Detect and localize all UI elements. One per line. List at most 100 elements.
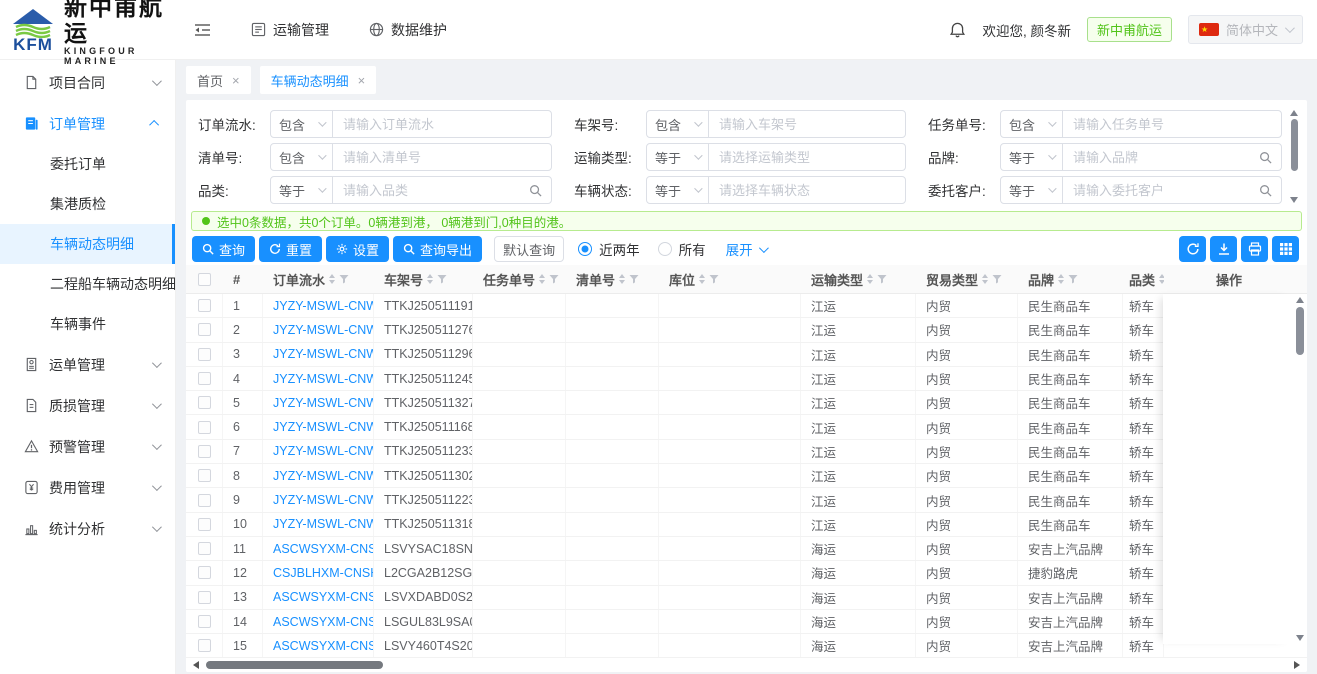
sidebar-item-statistics-analysis[interactable]: 统计分析 xyxy=(0,508,175,549)
order-serial-link[interactable]: JYZY-MSWL-CNWHN-... xyxy=(273,420,374,434)
search-icon[interactable] xyxy=(1259,184,1272,197)
close-icon[interactable]: × xyxy=(232,73,240,88)
operator-select[interactable]: 包含 xyxy=(271,144,333,170)
category-input[interactable] xyxy=(333,183,529,198)
row-checkbox[interactable] xyxy=(198,445,211,458)
table-row[interactable]: 12 CSJBLHXM-CNSHS-C... L2CGA2B12SG62... … xyxy=(186,561,1307,585)
default-query-button[interactable]: 默认查询 xyxy=(494,236,564,262)
scrollbar-thumb[interactable] xyxy=(206,661,383,669)
select-all-checkbox[interactable] xyxy=(198,273,211,286)
sort-icon[interactable] xyxy=(867,274,873,284)
operator-select[interactable]: 等于 xyxy=(647,177,709,203)
nav-data-maintenance[interactable]: 数据维护 xyxy=(369,20,447,40)
sort-icon[interactable] xyxy=(329,274,335,284)
expand-link[interactable]: 展开 xyxy=(726,239,766,259)
row-checkbox[interactable] xyxy=(198,615,211,628)
vehicle-status-input[interactable] xyxy=(709,183,905,198)
row-checkbox[interactable] xyxy=(198,494,211,507)
col-list-no[interactable]: 清单号 xyxy=(566,265,659,293)
frame-no-input[interactable] xyxy=(709,117,905,132)
scroll-up-arrow[interactable] xyxy=(1296,297,1304,303)
row-checkbox[interactable] xyxy=(198,639,211,652)
row-checkbox[interactable] xyxy=(198,518,211,531)
order-serial-link[interactable]: JYZY-MSWL-CNWHN-... xyxy=(273,323,374,337)
order-serial-link[interactable]: JYZY-MSWL-CNWHN-... xyxy=(273,347,374,361)
task-no-input[interactable] xyxy=(1063,117,1281,132)
order-serial-link[interactable]: JYZY-MSWL-CNWHN-... xyxy=(273,469,374,483)
scroll-down-arrow[interactable] xyxy=(1296,635,1304,641)
filter-icon[interactable] xyxy=(339,274,349,284)
order-serial-link[interactable]: JYZY-MSWL-CNWHN-... xyxy=(273,396,374,410)
order-serial-link[interactable]: JYZY-MSWL-CNWHN-... xyxy=(273,444,374,458)
row-checkbox[interactable] xyxy=(198,372,211,385)
row-checkbox[interactable] xyxy=(198,542,211,555)
search-icon[interactable] xyxy=(529,184,542,197)
sidebar-item-waybill-management[interactable]: 运单管理 xyxy=(0,344,175,385)
order-serial-link[interactable]: JYZY-MSWL-CNWHN-... xyxy=(273,372,374,386)
order-serial-link[interactable]: JYZY-MSWL-CNWHN-... xyxy=(273,493,374,507)
table-row[interactable]: 10 JYZY-MSWL-CNWHN-... TTKJ250511318... … xyxy=(186,513,1307,537)
col-category[interactable]: 品类 xyxy=(1123,265,1164,293)
scroll-up-arrow[interactable] xyxy=(1290,110,1298,116)
sidebar-subitem-port-quality-check[interactable]: 集港质检 xyxy=(0,184,175,224)
sidebar-item-quality-damage-management[interactable]: 质损管理 xyxy=(0,385,175,426)
order-serial-link[interactable]: JYZY-MSWL-CNWHN-... xyxy=(273,299,374,313)
sidebar-item-order-management[interactable]: 订单管理 xyxy=(0,103,175,144)
row-checkbox[interactable] xyxy=(198,421,211,434)
table-row[interactable]: 4 JYZY-MSWL-CNWHN-... TTKJ250511245... 江… xyxy=(186,367,1307,391)
brand-input[interactable] xyxy=(1063,150,1259,165)
sidebar-item-expense-management[interactable]: 费用管理 xyxy=(0,467,175,508)
row-checkbox[interactable] xyxy=(198,323,211,336)
col-task-no[interactable]: 任务单号 xyxy=(473,265,566,293)
tab-vehicle-dynamics-detail[interactable]: 车辆动态明细 × xyxy=(260,66,377,94)
close-icon[interactable]: × xyxy=(358,73,366,88)
sidebar-subitem-entrusted-orders[interactable]: 委托订单 xyxy=(0,144,175,184)
table-row[interactable]: 13 ASCWSYXM-CNSHS-C... LSVXDABD0S20... 海… xyxy=(186,586,1307,610)
row-checkbox[interactable] xyxy=(198,591,211,604)
nav-transport-management[interactable]: 运输管理 xyxy=(251,20,329,40)
col-frame-no[interactable]: 车架号 xyxy=(374,265,473,293)
order-serial-link[interactable]: ASCWSYXM-CNSHS-C... xyxy=(273,639,374,653)
row-checkbox[interactable] xyxy=(198,566,211,579)
language-selector[interactable]: ★ 简体中文 xyxy=(1188,15,1303,44)
sort-icon[interactable] xyxy=(982,274,988,284)
operator-select[interactable]: 等于 xyxy=(1001,144,1063,170)
table-vertical-scrollbar[interactable] xyxy=(1293,294,1307,644)
refresh-table-button[interactable] xyxy=(1179,236,1206,262)
client-input[interactable] xyxy=(1063,183,1259,198)
print-button[interactable] xyxy=(1241,236,1268,262)
table-row[interactable]: 1 JYZY-MSWL-CNWHN-... TTKJ250511191... 江… xyxy=(186,294,1307,318)
list-no-input[interactable] xyxy=(333,150,551,165)
row-checkbox[interactable] xyxy=(198,396,211,409)
sidebar-item-project-contract[interactable]: 项目合同 xyxy=(0,62,175,103)
transport-type-input[interactable] xyxy=(709,150,905,165)
sidebar-subitem-vehicle-events[interactable]: 车辆事件 xyxy=(0,304,175,344)
col-trade-type[interactable]: 贸易类型 xyxy=(916,265,1018,293)
radio-all[interactable]: 所有 xyxy=(658,239,706,259)
sort-icon[interactable] xyxy=(539,274,545,284)
table-row[interactable]: 2 JYZY-MSWL-CNWHN-... TTKJ250511276... 江… xyxy=(186,318,1307,342)
sort-icon[interactable] xyxy=(619,274,625,284)
tab-home[interactable]: 首页 × xyxy=(186,66,251,94)
search-icon[interactable] xyxy=(1259,151,1272,164)
notification-bell-icon[interactable] xyxy=(949,21,966,38)
table-row[interactable]: 9 JYZY-MSWL-CNWHN-... TTKJ250511223... 江… xyxy=(186,488,1307,512)
sort-icon[interactable] xyxy=(699,274,705,284)
scrollbar-thumb[interactable] xyxy=(1291,119,1298,171)
col-brand[interactable]: 品牌 xyxy=(1018,265,1123,293)
row-checkbox[interactable] xyxy=(198,469,211,482)
query-export-button[interactable]: 查询导出 xyxy=(393,236,482,262)
reset-button[interactable]: 重置 xyxy=(259,236,322,262)
order-serial-link[interactable]: ASCWSYXM-CNSHS-C... xyxy=(273,542,374,556)
col-transport-type[interactable]: 运输类型 xyxy=(801,265,916,293)
column-settings-button[interactable] xyxy=(1272,236,1299,262)
order-serial-link[interactable]: ASCWSYXM-CNSHS-C... xyxy=(273,590,374,604)
filter-icon[interactable] xyxy=(437,274,447,284)
col-order-serial[interactable]: 订单流水 xyxy=(263,265,374,293)
operator-select[interactable]: 等于 xyxy=(271,177,333,203)
filter-scrollbar[interactable] xyxy=(1289,110,1299,203)
operator-select[interactable]: 包含 xyxy=(647,111,709,137)
sidebar-subitem-second-voyage-vehicle-detail[interactable]: 二程船车辆动态明细 xyxy=(0,264,175,304)
sort-icon[interactable] xyxy=(427,274,433,284)
table-row[interactable]: 8 JYZY-MSWL-CNWHN-... TTKJ250511302... 江… xyxy=(186,464,1307,488)
